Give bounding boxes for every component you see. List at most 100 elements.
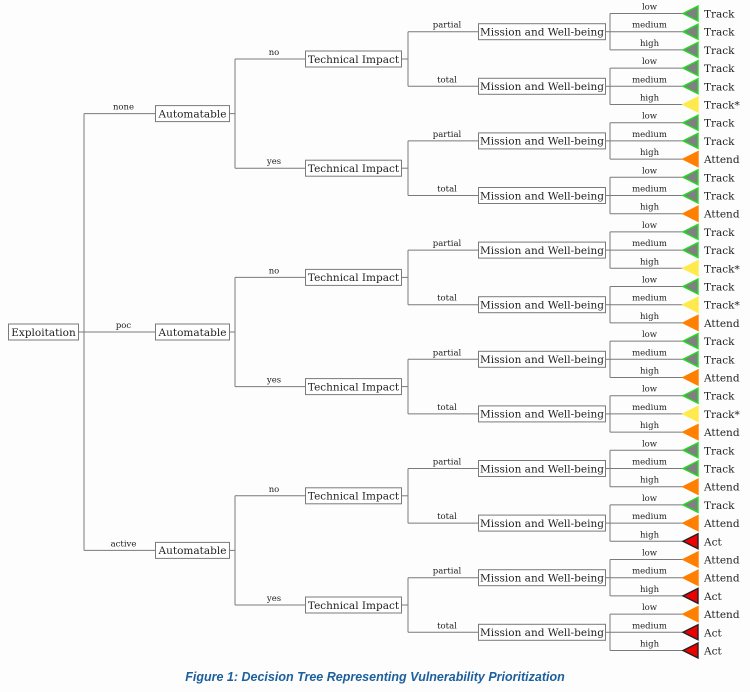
decision-tree: none no partial low medium high total low medium… bbox=[8, 3, 741, 660]
leaf-label: Attend bbox=[703, 609, 740, 621]
leaf-label: Track* bbox=[704, 300, 741, 312]
edge-label-no: no bbox=[269, 48, 280, 58]
leaf-label: Attend bbox=[703, 209, 740, 221]
leaf-label: Track* bbox=[704, 100, 741, 112]
decision-node: Technical Impact bbox=[305, 159, 402, 177]
edge-label-low: low bbox=[642, 57, 658, 67]
leaf-label: Track bbox=[704, 136, 735, 148]
edge-label-yes: yes bbox=[266, 594, 281, 604]
leaf-triangle-icon bbox=[681, 296, 699, 314]
leaf-outcome: Track bbox=[681, 350, 735, 368]
leaf-triangle-icon bbox=[681, 332, 699, 350]
leaf-outcome: Act bbox=[681, 532, 722, 550]
leaf-outcome: Track bbox=[681, 132, 735, 150]
leaf-label: Track bbox=[704, 63, 735, 75]
leaf-label: Attend bbox=[703, 482, 740, 494]
leaf-label: Attend bbox=[703, 518, 740, 530]
leaf-triangle-icon bbox=[681, 150, 699, 168]
leaf-outcome: Attend bbox=[681, 514, 740, 532]
leaf-triangle-icon bbox=[681, 241, 699, 259]
leaf-label: Track bbox=[704, 445, 735, 457]
edge-label-low: low bbox=[642, 276, 658, 286]
leaf-triangle-icon bbox=[681, 550, 699, 569]
node-label: Mission and Well-being bbox=[480, 136, 604, 148]
leaf-triangle-icon bbox=[681, 587, 699, 605]
leaf-outcome: Attend bbox=[681, 569, 740, 587]
leaf-label: Act bbox=[703, 646, 722, 658]
leaf-outcome: Track bbox=[681, 4, 735, 23]
edge-label-total: total bbox=[437, 185, 457, 195]
leaf-outcome: Track bbox=[681, 332, 735, 350]
leaf-label: Track* bbox=[704, 409, 741, 421]
leaf-label: Track bbox=[704, 118, 735, 130]
edge-label-high: high bbox=[640, 312, 660, 322]
decision-node: Mission and Well-being bbox=[478, 296, 606, 314]
decision-node: Technical Impact bbox=[305, 487, 402, 505]
leaf-label: Attend bbox=[703, 154, 740, 166]
edge-label-medium: medium bbox=[632, 185, 667, 195]
node-label: Mission and Well-being bbox=[480, 190, 604, 202]
leaf-outcome: Track bbox=[681, 241, 735, 259]
leaf-triangle-icon bbox=[681, 223, 699, 241]
edge-label-medium: medium bbox=[632, 621, 667, 631]
edge-label-high: high bbox=[640, 421, 660, 431]
leaf-triangle-icon bbox=[681, 569, 699, 587]
node-label: Technical Impact bbox=[308, 54, 400, 66]
node-label: Mission and Well-being bbox=[480, 518, 604, 530]
decision-node: Technical Impact bbox=[305, 50, 402, 68]
edge-label-high: high bbox=[640, 203, 660, 213]
node-label: Mission and Well-being bbox=[480, 463, 604, 475]
decision-node: Mission and Well-being bbox=[478, 569, 606, 587]
leaf-outcome: Track* bbox=[681, 95, 741, 114]
leaf-triangle-icon bbox=[681, 478, 699, 496]
node-label: Technical Impact bbox=[308, 272, 400, 284]
edge-label-medium: medium bbox=[632, 75, 667, 85]
edge-label-high: high bbox=[640, 257, 660, 267]
leaf-outcome: Track bbox=[681, 77, 735, 95]
edge-label-medium: medium bbox=[632, 294, 667, 304]
decision-node: Mission and Well-being bbox=[478, 460, 606, 477]
decision-node: Automatable bbox=[155, 541, 230, 559]
leaf-label: Track bbox=[704, 81, 735, 93]
edge-label-low: low bbox=[642, 221, 658, 231]
leaf-triangle-icon bbox=[681, 350, 699, 368]
leaf-label: Track bbox=[704, 9, 735, 21]
decision-node: Mission and Well-being bbox=[478, 23, 606, 41]
leaf-triangle-icon bbox=[681, 114, 699, 132]
leaf-triangle-icon bbox=[681, 77, 699, 95]
leaf-outcome: Track bbox=[681, 496, 735, 514]
edge-label-low: low bbox=[642, 549, 658, 559]
leaf-label: Track bbox=[704, 245, 735, 257]
edge-label-none: none bbox=[113, 103, 134, 113]
leaf-outcome: Track* bbox=[681, 405, 741, 423]
node-label: Technical Impact bbox=[308, 491, 400, 503]
leaf-outcome: Track bbox=[681, 277, 735, 296]
leaf-triangle-icon bbox=[681, 4, 699, 23]
edge-label-total: total bbox=[437, 294, 457, 304]
edge-label-high: high bbox=[640, 530, 660, 540]
leaf-outcome: Act bbox=[681, 587, 722, 605]
edge-label-total: total bbox=[437, 75, 457, 85]
decision-node: Mission and Well-being bbox=[478, 623, 606, 641]
node-label: Technical Impact bbox=[308, 381, 400, 393]
leaf-triangle-icon bbox=[681, 514, 699, 532]
edge-label-medium: medium bbox=[632, 403, 667, 413]
leaf-outcome: Track bbox=[681, 459, 735, 478]
leaf-outcome: Track bbox=[681, 168, 735, 186]
edge-label-poc: poc bbox=[116, 321, 132, 331]
leaves: Track Track Track Track Track Track* Track Trac… bbox=[681, 4, 741, 660]
decision-node: Mission and Well-being bbox=[478, 350, 606, 368]
leaf-outcome: Act bbox=[681, 623, 722, 641]
leaf-label: Act bbox=[703, 591, 722, 603]
decision-node: Mission and Well-being bbox=[478, 77, 606, 95]
edge-label-low: low bbox=[642, 112, 658, 122]
node-label: Technical Impact bbox=[308, 600, 400, 612]
edge-label-medium: medium bbox=[632, 567, 667, 577]
leaf-outcome: Attend bbox=[681, 368, 740, 387]
leaf-label: Track bbox=[704, 500, 735, 512]
leaf-triangle-icon bbox=[681, 132, 699, 150]
edge-label-low: low bbox=[642, 166, 658, 176]
edge-label-medium: medium bbox=[632, 458, 667, 468]
leaf-label: Attend bbox=[703, 427, 740, 439]
edge-label-high: high bbox=[640, 640, 660, 650]
